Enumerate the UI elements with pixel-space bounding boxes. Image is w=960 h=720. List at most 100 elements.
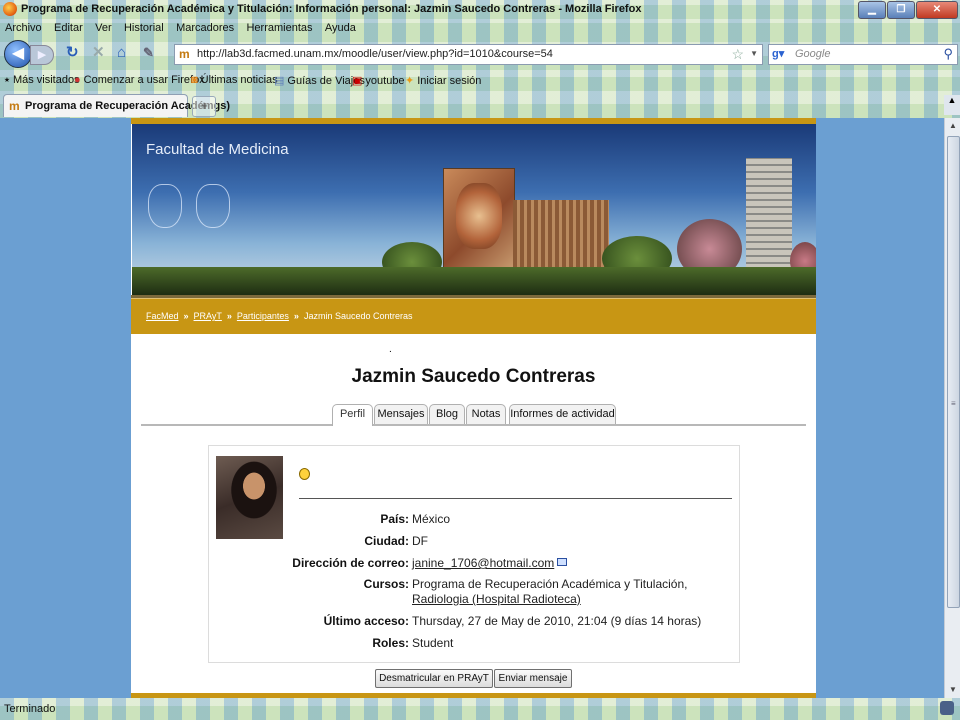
page-icon: ▤ [274, 75, 285, 87]
scroll-up-icon[interactable]: ▲ [944, 95, 960, 115]
url-text[interactable]: http://lab3d.facmed.unam.mx/moodle/user/… [197, 48, 553, 60]
menu-archivo[interactable]: Archivo [5, 22, 42, 34]
maximize-button[interactable]: ❐ [887, 1, 915, 19]
facmed-seal-icon [196, 184, 230, 228]
tab-blog[interactable]: Blog [429, 404, 465, 424]
status-text: Terminado [4, 703, 56, 715]
page-title: Jazmin Saucedo Contreras [351, 366, 596, 387]
site-favicon-icon: m [179, 47, 190, 61]
unam-seal-icon [148, 184, 182, 228]
breadcrumb: FacMed » PRAyT » Participantes » Jazmin Sauced… [131, 298, 816, 334]
menu-marcadores[interactable]: Marcadores [176, 22, 234, 34]
unenrol-button[interactable]: Desmatricular en PRAyT [375, 669, 493, 688]
url-dropdown-icon[interactable]: ▼ [750, 49, 758, 58]
roles-label: Roles: [372, 636, 409, 650]
bookmark-label: Últimas noticias [200, 74, 278, 86]
google-icon[interactable]: g▾ [772, 47, 785, 60]
tab-favicon-icon: m [9, 99, 20, 113]
tab-mensajes[interactable]: Mensajes [374, 404, 428, 424]
rss-icon: ◙ [191, 74, 198, 86]
pais-label: País: [380, 512, 409, 526]
bookmark-iniciar-sesion[interactable]: ✦ Iniciar sesión [405, 74, 481, 87]
page-viewport: Facultad de Medicina FacMed » PRAyT » Partic… [0, 118, 944, 698]
email-link[interactable]: janine_1706@hotmail.com [412, 556, 554, 570]
cursos-label: Cursos: [363, 577, 409, 591]
bookmark-label: Más visitados [12, 74, 80, 86]
firefox-logo-icon [3, 2, 17, 16]
ciudad-value: DF [412, 534, 428, 548]
online-smiley-icon [299, 468, 310, 480]
tab-notas[interactable]: Notas [466, 404, 506, 424]
search-icon[interactable]: ⚲ [943, 46, 953, 62]
site-banner: Facultad de Medicina [132, 124, 816, 295]
cursos-text: Programa de Recuperación Académica y Tit… [412, 577, 688, 591]
lawn-image [132, 267, 816, 295]
acceso-label: Último acceso: [323, 614, 409, 628]
tab-perfil[interactable]: Perfil [332, 404, 373, 426]
bookmark-comenzar[interactable]: ● Comenzar a usar Firefox [74, 74, 205, 86]
menu-ver[interactable]: Ver [95, 22, 112, 34]
menu-historial[interactable]: Historial [124, 22, 164, 34]
mural-image [456, 183, 502, 249]
addon-status-icon[interactable] [940, 701, 954, 715]
bookmark-star-icon[interactable]: ☆ [731, 46, 744, 63]
vertical-scrollbar[interactable]: ▲ ≡ ▼ [944, 118, 960, 698]
tab-active[interactable]: m Programa de Recuperación Académgs) [3, 94, 230, 117]
tab-informes[interactable]: Informes de actividad [509, 404, 616, 424]
scroll-down-arrow-icon[interactable]: ▼ [945, 682, 960, 698]
home-icon[interactable]: ⌂ [117, 45, 126, 61]
pais-value: México [412, 512, 451, 526]
breadcrumb-participantes[interactable]: Participantes [237, 311, 289, 321]
email-label: Dirección de correo: [292, 556, 409, 570]
breadcrumb-separator: » [293, 311, 299, 321]
profile-box: País: México Ciudad: DF Dirección de cor… [208, 445, 740, 663]
stop-icon[interactable]: ✕ [92, 45, 105, 61]
moodle-page: Facultad de Medicina FacMed » PRAyT » Partic… [131, 118, 816, 698]
breadcrumb-separator: » [183, 311, 189, 321]
status-bar: Terminado [0, 698, 960, 720]
profile-divider [299, 498, 732, 499]
bookmarks-folder-icon: ⭑ [4, 74, 10, 86]
acceso-value: Thursday, 27 de May de 2010, 21:04 (9 dí… [412, 614, 702, 628]
tower-building-image [746, 158, 792, 283]
bookmark-youtube[interactable]: ▣ youtube [352, 74, 405, 87]
url-bar[interactable]: m http://lab3d.facmed.unam.mx/moodle/use… [174, 44, 763, 65]
close-button[interactable]: ✕ [916, 1, 958, 19]
ciudad-label: Ciudad: [364, 534, 409, 548]
window-title: Programa de Recuperación Académica y Tit… [21, 3, 642, 15]
forward-button[interactable]: ▶ [30, 45, 54, 65]
minimize-button[interactable]: ▁ [858, 1, 886, 19]
breadcrumb-separator: » [226, 311, 232, 321]
bookmark-ultimas-noticias[interactable]: ◙ Últimas noticias [191, 74, 278, 86]
window-titlebar: Programa de Recuperación Académica y Tit… [0, 0, 960, 19]
cursos-value: Programa de Recuperación Académica y Tit… [412, 577, 732, 607]
building-image [513, 200, 609, 274]
search-bar[interactable]: g▾ Google ⚲ [768, 44, 958, 65]
breadcrumb-prayt[interactable]: PRAyT [194, 311, 222, 321]
menu-editar[interactable]: Editar [54, 22, 83, 34]
send-message-button[interactable]: Enviar mensaje [494, 669, 572, 688]
addon-icon[interactable]: ✎ [143, 45, 154, 61]
window-controls: ▁ ❐ ✕ [858, 1, 958, 19]
search-input[interactable]: Google [795, 48, 830, 60]
back-button[interactable]: ◀ [4, 40, 32, 68]
bookmark-label: Iniciar sesión [417, 75, 482, 87]
banner-title: Facultad de Medicina [146, 141, 289, 158]
menu-bar: Archivo Editar Ver Historial Marcadores … [0, 19, 960, 37]
breadcrumb-facmed[interactable]: FacMed [146, 311, 179, 321]
bookmark-mas-visitados[interactable]: ⭑ Más visitados [4, 74, 80, 87]
new-tab-button[interactable]: + [192, 96, 216, 117]
scrollbar-thumb[interactable]: ≡ [947, 136, 960, 608]
menu-herramientas[interactable]: Herramientas [246, 22, 312, 34]
email-icon[interactable] [557, 558, 568, 566]
scroll-up-arrow-icon[interactable]: ▲ [945, 118, 960, 134]
stray-dot: . [389, 344, 392, 355]
curso-radiologia-link[interactable]: Radiologia (Hospital Radioteca) [412, 592, 581, 606]
thumb-grip-icon: ≡ [951, 399, 956, 408]
menu-ayuda[interactable]: Ayuda [325, 22, 356, 34]
tab-strip: m Programa de Recuperación Académgs) + ▲ [0, 91, 960, 118]
bookmark-label: Comenzar a usar Firefox [83, 74, 205, 86]
bookmarks-toolbar: ⭑ Más visitados ● Comenzar a usar Firefox … [0, 70, 960, 91]
user-photo[interactable] [216, 456, 283, 539]
reload-icon[interactable]: ↻ [66, 45, 79, 61]
